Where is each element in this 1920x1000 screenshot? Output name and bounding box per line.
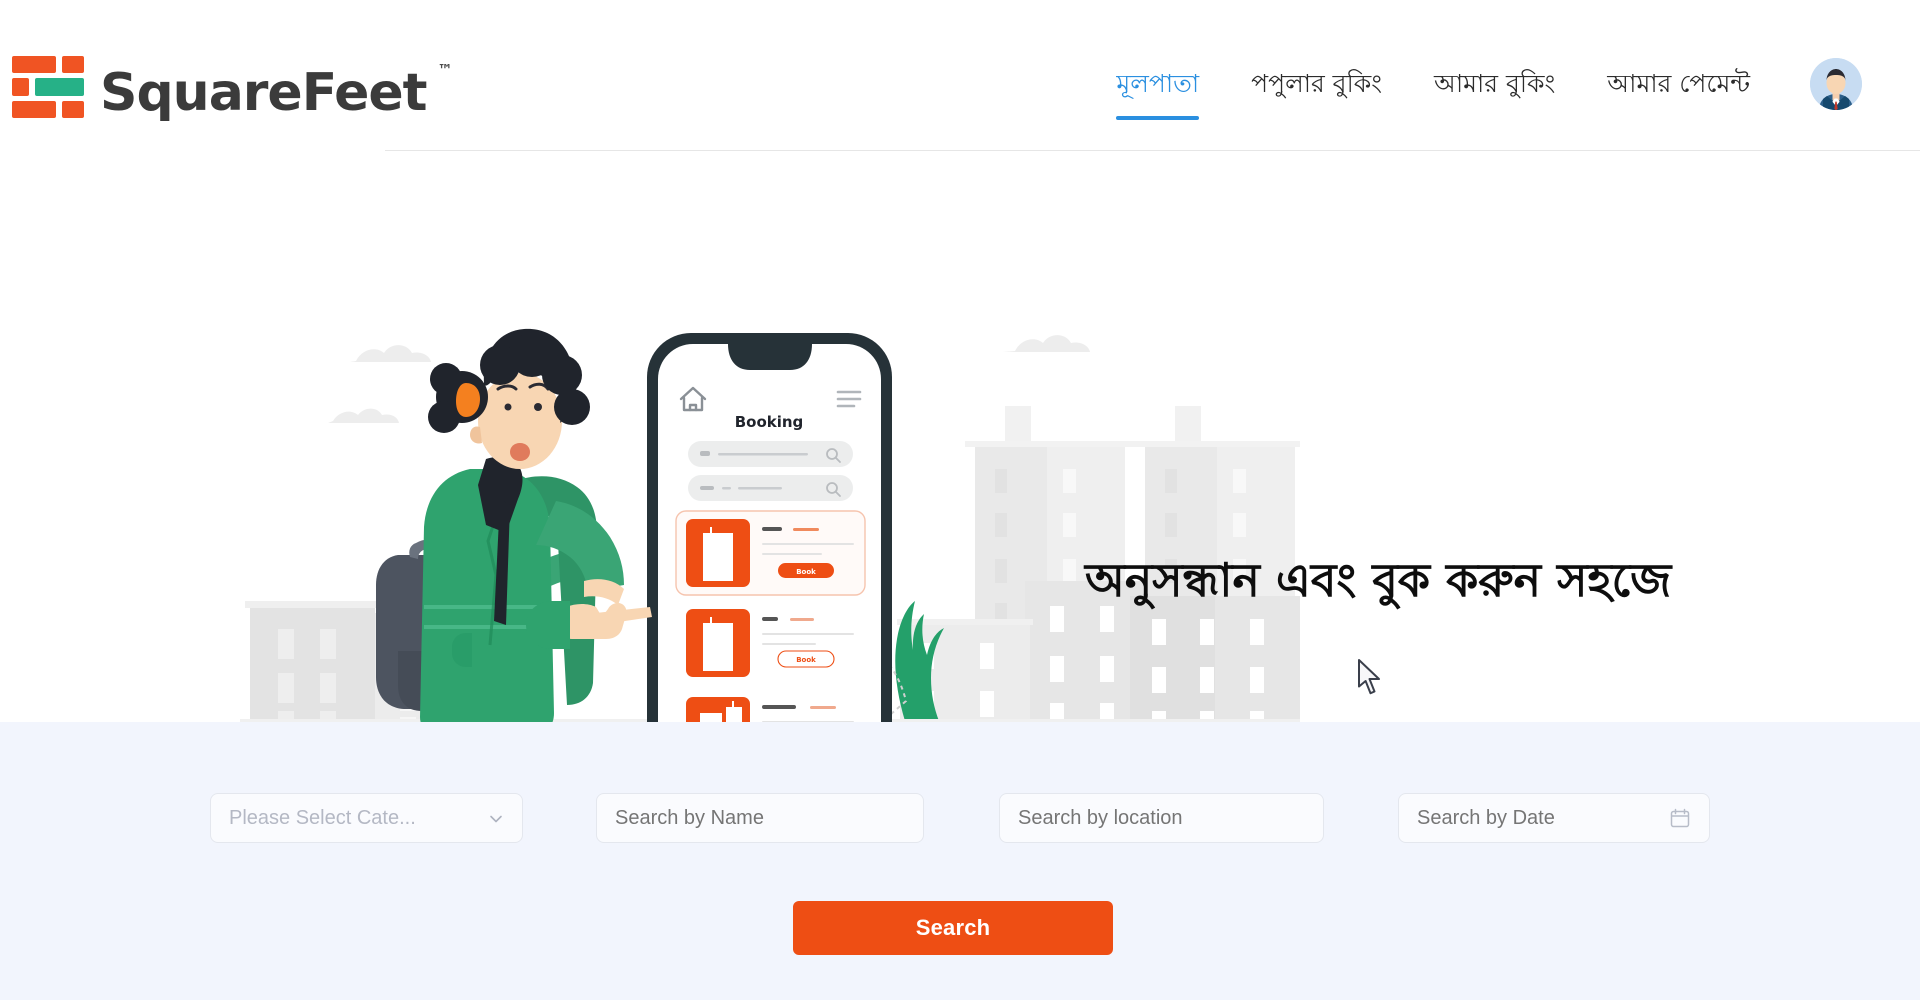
nav-item-my-payment[interactable]: আমার পেমেন্ট: [1581, 68, 1776, 125]
brick-wall-logo-icon: [8, 48, 86, 126]
mouse-pointer-icon: [1356, 658, 1386, 698]
search-band: Please Select Cate... Search by Name Sea…: [0, 722, 1920, 1000]
search-by-date-input[interactable]: [1417, 806, 1663, 830]
svg-text:Booking: Booking: [735, 413, 804, 431]
phone-mockup: Booking Book Book: [647, 333, 892, 722]
brand-logo[interactable]: SquareFeet ™: [8, 48, 453, 126]
nav-item-label: মূলপাতা: [1116, 69, 1200, 99]
site-header: SquareFeet ™ মূলপাতা পপুলার বুকিং আমার ব…: [0, 0, 1920, 151]
brand-name-text: SquareFeet: [100, 63, 428, 123]
search-button[interactable]: Search: [793, 901, 1113, 955]
location-search-field[interactable]: [999, 793, 1324, 843]
svg-text:Book: Book: [796, 656, 816, 664]
main-navigation: মূলপাতা পপুলার বুকিং আমার বুকিং আমার পেম…: [1090, 58, 1862, 136]
search-by-name-input[interactable]: [615, 806, 905, 830]
nav-item-label: আমার পেমেন্ট: [1607, 69, 1750, 99]
chevron-down-icon: [488, 810, 504, 826]
nav-item-label: পপুলার বুকিং: [1251, 69, 1382, 99]
category-select-label: Please Select Cate...: [229, 806, 416, 829]
nav-item-home[interactable]: মূলপাতা: [1090, 68, 1225, 125]
nav-item-label: আমার বুকিং: [1433, 69, 1556, 99]
search-form: Please Select Cate...: [210, 793, 1730, 843]
woman-character: [376, 328, 624, 722]
nav-item-popular-booking[interactable]: পপুলার বুকিং: [1225, 68, 1408, 125]
nav-item-my-booking[interactable]: আমার বুকিং: [1408, 68, 1581, 125]
hero-section: Booking Book Book অনুসন্ধান এবং বুক করুন…: [0, 151, 1920, 722]
name-search-field[interactable]: [596, 793, 924, 843]
calendar-icon[interactable]: [1669, 807, 1691, 829]
category-select[interactable]: Please Select Cate...: [210, 793, 523, 843]
user-avatar-icon[interactable]: [1810, 58, 1862, 110]
svg-text:Book: Book: [796, 568, 816, 576]
hero-headline: অনুসন্ধান এবং বুক করুন সহজে: [1085, 553, 1672, 607]
hero-illustration: Booking Book Book: [0, 151, 1305, 722]
date-search-field[interactable]: [1398, 793, 1710, 843]
page-root: SquareFeet ™ মূলপাতা পপুলার বুকিং আমার ব…: [0, 0, 1920, 1000]
trademark-symbol: ™: [437, 61, 453, 79]
search-by-location-input[interactable]: [1018, 806, 1305, 830]
brand-wordmark: SquareFeet ™: [100, 63, 453, 120]
